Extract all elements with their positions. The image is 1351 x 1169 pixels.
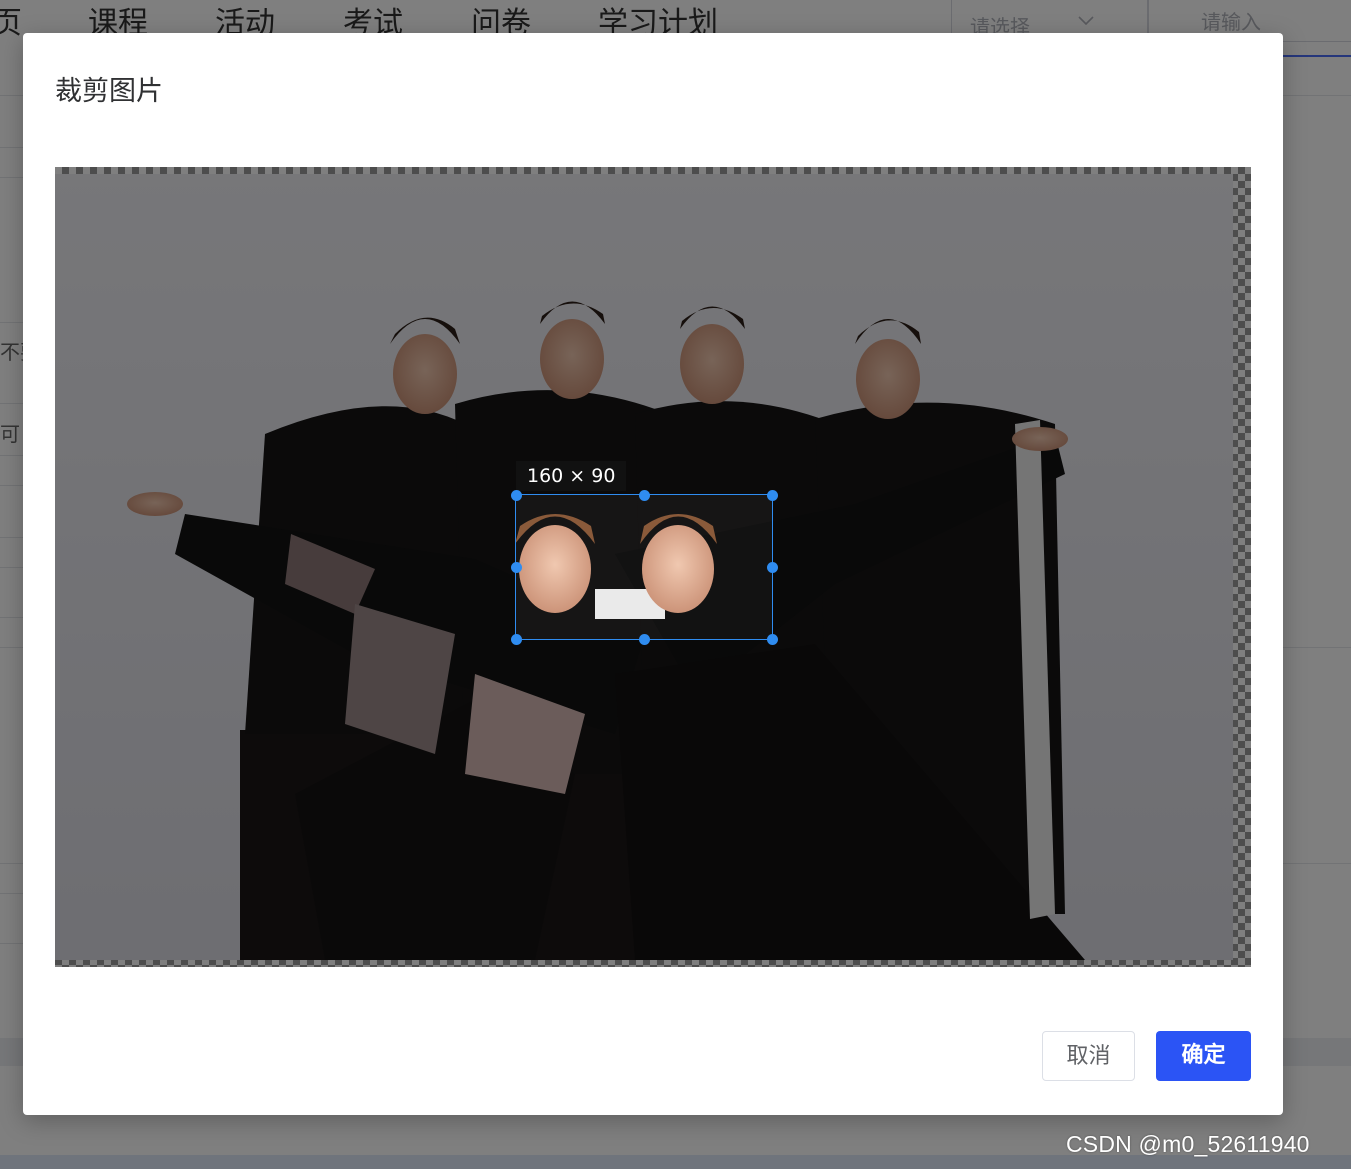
cancel-button[interactable]: 取消	[1042, 1031, 1135, 1081]
crop-selection-box[interactable]	[515, 494, 773, 640]
watermark: CSDN @m0_52611940	[1066, 1131, 1310, 1157]
resize-handle-top-left[interactable]	[510, 489, 522, 501]
resize-handle-bottom-left[interactable]	[510, 633, 522, 645]
resize-handle-bottom[interactable]	[638, 633, 650, 645]
cropper-canvas[interactable]: 160 × 90	[55, 167, 1251, 967]
crop-preview	[516, 495, 772, 639]
dialog-title: 裁剪图片	[55, 76, 163, 107]
resize-handle-left[interactable]	[510, 561, 522, 573]
resize-handle-top[interactable]	[638, 489, 650, 501]
resize-handle-top-right[interactable]	[766, 489, 778, 501]
crop-image-dialog: 裁剪图片 160 × 90 取消 确定	[23, 33, 1283, 1115]
resize-handle-bottom-right[interactable]	[766, 633, 778, 645]
crop-size-label: 160 × 90	[516, 461, 627, 491]
confirm-button[interactable]: 确定	[1156, 1031, 1251, 1081]
resize-handle-right[interactable]	[766, 561, 778, 573]
